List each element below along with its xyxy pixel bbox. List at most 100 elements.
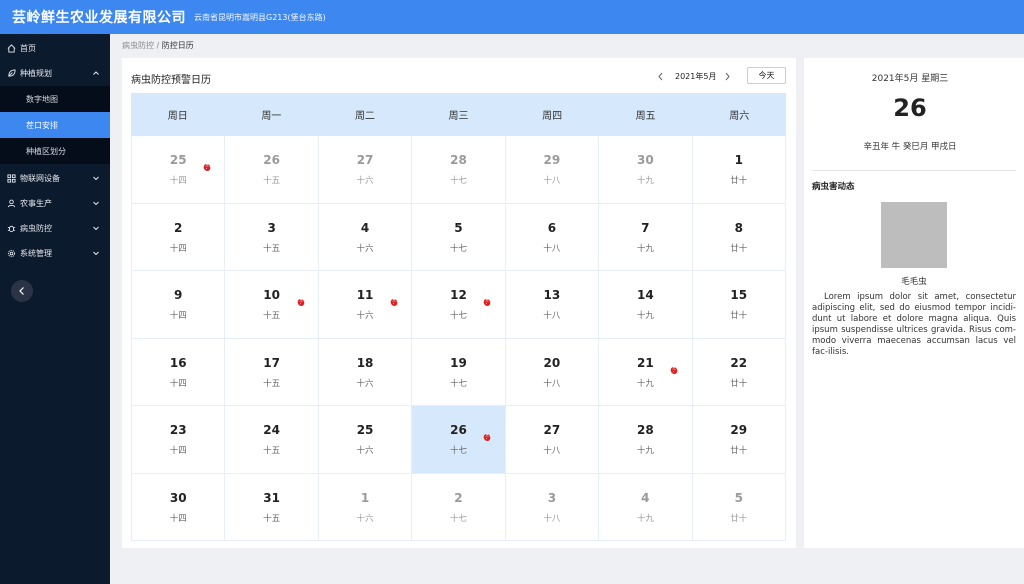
day-number: 9	[174, 288, 183, 303]
calendar-day-cell[interactable]: 26 十七	[412, 406, 506, 474]
calendar-day-cell[interactable]: 19 十七	[412, 338, 506, 406]
lunar-day: 十六	[356, 311, 374, 322]
chevron-down-icon	[93, 226, 99, 231]
lunar-day: 十六	[356, 378, 374, 389]
sidebar-item-digital-map[interactable]: 数字地图	[0, 86, 110, 112]
calendar-day-cell[interactable]: 15 廿十	[692, 271, 786, 339]
calendar-day-cell[interactable]: 10 十五	[225, 271, 319, 339]
calendar-week-row: 30 十四 31 十五 1 十六 2 十七 3 十八 4 十九 5 廿十	[131, 473, 786, 541]
day-number: 15	[730, 288, 748, 303]
calendar-day-cell[interactable]: 2 十四	[131, 203, 226, 271]
calendar-day-cell[interactable]: 30 十九	[599, 136, 693, 204]
bug-icon	[6, 224, 16, 234]
sidebar-item-zone-division[interactable]: 种植区划分	[0, 138, 110, 164]
lunar-day: 十八	[543, 311, 561, 322]
calendar-day-cell[interactable]: 9 十四	[131, 271, 226, 339]
calendar-day-cell[interactable]: 16 十四	[131, 338, 226, 406]
calendar-week-row: 25 十四 26 十五 27 十六 28 十七 29 十八 30 十九 1 廿十	[131, 136, 786, 204]
today-button[interactable]: 今天	[747, 67, 786, 84]
calendar-day-cell[interactable]: 17 十五	[225, 338, 319, 406]
user-icon	[6, 199, 16, 209]
sidebar-item-planting[interactable]: 种植规划	[0, 61, 110, 86]
weekday-label: 周日	[167, 111, 188, 122]
day-number: 28	[450, 153, 467, 168]
lunar-day: 十七	[449, 378, 467, 389]
calendar-day-cell[interactable]: 1 廿十	[692, 136, 786, 204]
calendar-day-cell[interactable]: 20 十八	[505, 338, 600, 406]
calendar-day-cell[interactable]: 23 十四	[131, 406, 226, 474]
calendar-day-cell[interactable]: 30 十四	[131, 473, 226, 541]
calendar-day-cell[interactable]: 25 十四	[131, 136, 226, 204]
day-number: 30	[636, 153, 654, 168]
weekday-label: 周六	[729, 111, 750, 122]
calendar-day-cell[interactable]: 22 廿十	[692, 338, 786, 406]
sidebar-item-iot[interactable]: 物联网设备	[0, 166, 110, 191]
calendar-day-cell[interactable]: 4 十六	[318, 203, 413, 271]
pest-alert-icon[interactable]	[482, 297, 492, 307]
calendar-day-cell[interactable]: 5 十七	[412, 203, 506, 271]
calendar-weeks: 25 十四 26 十五 27 十六 28 十七 29 十八 30 十九 1 廿十 2 十四 3 十五 4 十六 5 十七 6…	[131, 136, 786, 541]
collapse-sidebar-button[interactable]	[11, 280, 33, 302]
calendar-day-cell[interactable]: 21 十九	[599, 338, 693, 406]
calendar-day-cell[interactable]: 26 十五	[225, 136, 319, 204]
chevron-left-icon	[19, 287, 24, 295]
day-number: 2	[454, 490, 463, 505]
calendar-day-cell[interactable]: 27 十六	[318, 136, 413, 204]
sidebar-item-system[interactable]: 系统管理	[0, 241, 110, 266]
day-number: 28	[636, 423, 654, 438]
calendar-day-cell[interactable]: 29 十八	[505, 136, 600, 204]
calendar-day-cell[interactable]: 5 廿十	[692, 473, 786, 541]
calendar-day-cell[interactable]: 18 十六	[318, 338, 413, 406]
sidebar-item-farming[interactable]: 农事生产	[0, 191, 110, 216]
chevron-down-icon	[93, 201, 99, 206]
day-number: 3	[547, 490, 557, 505]
chevron-right-icon	[725, 72, 730, 80]
breadcrumb-parent[interactable]: 病虫防控	[122, 41, 154, 50]
pest-alert-icon[interactable]	[296, 297, 306, 307]
calendar-day-cell[interactable]: 4 十九	[599, 473, 693, 541]
calendar-day-cell[interactable]: 28 十七	[412, 136, 506, 204]
pest-dynamics-title: 病虫害动态	[812, 182, 855, 192]
next-month-button[interactable]	[722, 70, 732, 82]
weekday-label: 周一	[261, 111, 282, 122]
calendar-day-cell[interactable]: 25 十六	[318, 406, 413, 474]
sidebar-item-home[interactable]: 首页	[0, 36, 110, 61]
pest-alert-icon[interactable]	[482, 432, 492, 442]
calendar-day-cell[interactable]: 27 十八	[505, 406, 600, 474]
calendar-day-cell[interactable]: 2 十七	[412, 473, 506, 541]
calendar-day-cell[interactable]: 24 十五	[225, 406, 319, 474]
calendar-day-cell[interactable]: 29 廿十	[692, 406, 786, 474]
calendar-day-cell[interactable]: 28 十九	[599, 406, 693, 474]
calendar-day-cell[interactable]: 12 十七	[412, 271, 506, 339]
calendar-title: 病虫防控预警日历	[131, 75, 211, 86]
day-number: 1	[734, 153, 743, 168]
lunar-day: 十九	[636, 176, 654, 187]
lunar-day: 十七	[449, 446, 467, 457]
lunar-day: 十九	[636, 311, 654, 322]
calendar-day-cell[interactable]: 3 十五	[225, 203, 319, 271]
sidebar-item-label: 系统管理	[20, 249, 52, 258]
prev-month-button[interactable]	[655, 70, 665, 82]
sidebar-item-pest-control[interactable]: 病虫防控	[0, 216, 110, 241]
calendar-day-cell[interactable]: 7 十九	[599, 203, 693, 271]
calendar-day-cell[interactable]: 8 廿十	[692, 203, 786, 271]
day-number: 25	[356, 423, 374, 438]
calendar-day-cell[interactable]: 6 十八	[505, 203, 600, 271]
grid-icon	[6, 174, 16, 184]
calendar-day-cell[interactable]: 13 十八	[505, 271, 600, 339]
calendar-day-cell[interactable]: 1 十六	[318, 473, 413, 541]
calendar-day-cell[interactable]: 3 十八	[505, 473, 600, 541]
calendar-panel: 病虫防控预警日历 2021年5月 今天 周日 周一 周二 周三 周四 周五 周六 25 十四 2…	[122, 58, 796, 548]
home-icon	[6, 44, 16, 54]
company-address: 云南省昆明市嵩明县G213(堡台东路)	[194, 12, 326, 22]
day-number: 29	[730, 423, 748, 438]
pest-alert-icon[interactable]	[202, 162, 212, 172]
calendar-day-cell[interactable]: 11 十六	[318, 271, 413, 339]
pest-alert-icon[interactable]	[389, 297, 399, 307]
day-number: 18	[356, 355, 374, 370]
calendar-day-cell[interactable]: 14 十九	[599, 271, 693, 339]
sidebar-item-crop-rotation[interactable]: 茬口安排	[0, 112, 110, 138]
pest-alert-icon[interactable]	[669, 365, 679, 375]
day-number: 2	[174, 220, 183, 235]
calendar-day-cell[interactable]: 31 十五	[225, 473, 319, 541]
